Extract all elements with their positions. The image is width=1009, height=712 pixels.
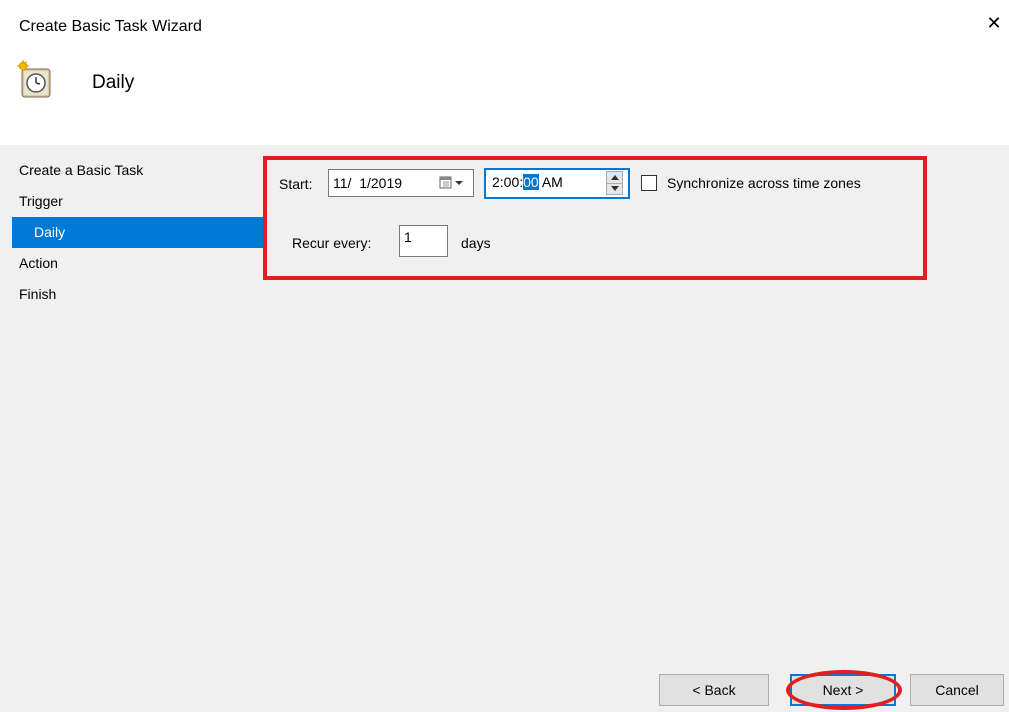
window-title: Create Basic Task Wizard — [19, 18, 202, 35]
title-bar: Create Basic Task Wizard ✕ — [0, 0, 1009, 44]
wizard-window: Create Basic Task Wizard ✕ Daily Create … — [0, 0, 1009, 712]
start-date-value: 11/ 1/2019 — [333, 175, 403, 191]
page-heading: Daily — [92, 72, 135, 93]
cancel-button[interactable]: Cancel — [910, 674, 1004, 706]
step-daily: Daily — [12, 217, 263, 248]
start-date-picker[interactable]: 11/ 1/2019 — [328, 169, 474, 197]
close-icon: ✕ — [986, 12, 1002, 33]
trigger-settings-panel: Start: 11/ 1/2019 2:00:00 AM Synchronize… — [263, 155, 1009, 712]
recur-every-input[interactable]: 1 — [399, 225, 448, 257]
start-time-picker[interactable]: 2:00:00 AM — [484, 168, 630, 199]
arrow-down-icon — [610, 186, 619, 192]
wizard-header: Daily — [0, 44, 1009, 145]
start-time-ampm: AM — [538, 174, 563, 190]
calendar-icon — [439, 176, 463, 189]
sync-timezones-label[interactable]: Synchronize across time zones — [667, 175, 861, 191]
arrow-up-icon — [610, 174, 619, 180]
step-action: Action — [19, 255, 58, 271]
back-button[interactable]: < Back — [659, 674, 769, 706]
close-button[interactable]: ✕ — [979, 8, 1009, 38]
spin-up-button[interactable] — [607, 172, 622, 183]
time-spinner[interactable] — [606, 171, 623, 195]
clock-icon — [16, 60, 51, 98]
start-label: Start: — [279, 176, 313, 192]
step-trigger: Trigger — [19, 193, 63, 209]
step-finish: Finish — [19, 286, 57, 302]
sync-timezones-checkbox[interactable] — [641, 175, 657, 191]
recur-unit-label: days — [461, 235, 491, 251]
recur-every-label: Recur every: — [292, 235, 372, 251]
start-time-seconds-selected[interactable]: 00 — [523, 174, 539, 190]
calendar-dropdown-button[interactable] — [433, 170, 471, 196]
start-time-hour-min: 2:00: — [492, 174, 524, 190]
spin-down-button[interactable] — [607, 182, 622, 195]
step-create-basic-task: Create a Basic Task — [19, 162, 144, 178]
next-button[interactable]: Next > — [790, 674, 896, 706]
wizard-steps-sidebar: Create a Basic Task Trigger Daily Action… — [0, 155, 263, 310]
